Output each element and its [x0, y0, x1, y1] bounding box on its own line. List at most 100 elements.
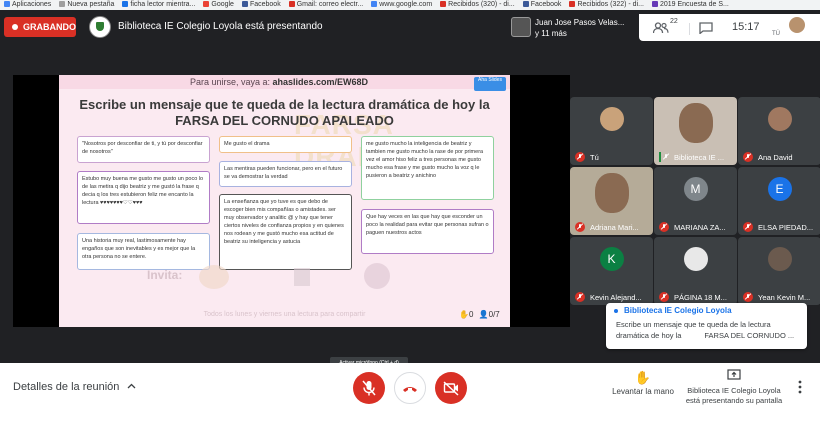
meeting-details-button[interactable]: Detalles de la reunión [13, 381, 136, 393]
participant-tile[interactable]: Yean Kevin M... [738, 237, 820, 305]
recording-badge: GRABANDO [4, 17, 76, 37]
meeting-status-panel: 22 15:17 TÚ [639, 14, 820, 41]
present-now-button[interactable]: Biblioteca IE Colegio Loyola está presen… [682, 368, 786, 406]
participant-avatar: E [767, 177, 792, 201]
response-card: Que hay veces en las que hay que esconde… [361, 209, 494, 254]
participant-avatar: M [683, 177, 708, 201]
chat-notification[interactable]: Biblioteca IE Colegio Loyola Escribe un … [606, 303, 807, 349]
participant-tile[interactable]: Adriana Mari... [570, 167, 653, 235]
participant-name: Tú [590, 153, 599, 162]
bookmark-favicon-icon [203, 1, 210, 7]
slide-title: Escribe un mensaje que te queda de la le… [79, 97, 490, 128]
bookmark-item[interactable]: Recibidos (320) - di... [436, 0, 515, 10]
notification-message: Escribe un mensaje que te queda de la le… [616, 320, 795, 340]
participant-name: Yean Kevin M... [758, 293, 811, 302]
hand-icon: ✋ [634, 370, 652, 385]
participant-name: Kevin Alejand... [590, 293, 642, 302]
participant-name: ELSA PIEDAD... [758, 223, 814, 232]
people-summary[interactable]: Juan Jose Pasos Velas... y 11 más [511, 17, 635, 41]
raise-hand-button[interactable]: ✋ Levantar la mano [606, 370, 680, 396]
chevron-up-icon [128, 383, 136, 389]
participant-tile[interactable]: K Kevin Alejand... [570, 237, 653, 305]
participant-name: Adriana Mari... [590, 223, 639, 232]
more-options-button[interactable] [797, 380, 803, 399]
video-feed [594, 173, 629, 213]
bookmark-item[interactable]: 2019 Encuesta de S... [648, 0, 729, 10]
bookmark-item[interactable]: Gmail: correo electr... [285, 0, 363, 10]
bookmark-favicon-icon [569, 1, 576, 7]
participant-tile[interactable]: M MARIANA ZA... [654, 167, 737, 235]
bookmarks-bar: Aplicaciones Nueva pestaña ficha lector mi… [0, 0, 820, 10]
bookmark-item[interactable]: Recibidos (322) - di... [565, 0, 644, 10]
bookmark-item[interactable]: Nueva pestaña [55, 0, 114, 10]
bookmark-item[interactable]: ficha lector mientra... [118, 0, 195, 10]
camera-off-icon [443, 381, 459, 396]
response-counters: ✋0 👤0/7 [459, 310, 500, 319]
participant-tile[interactable]: Ana David [738, 97, 820, 165]
muted-mic-icon [743, 292, 753, 302]
bookmark-item[interactable]: www.google.com [367, 0, 432, 10]
muted-mic-icon [575, 292, 585, 302]
camera-toggle-button[interactable] [435, 372, 467, 404]
bookmark-favicon-icon [241, 1, 248, 7]
response-card: Las mentiras pueden funcionar, pero en e… [219, 161, 352, 187]
bookmark-favicon-icon [4, 1, 10, 7]
people-name: Juan Jose Pasos Velas... [535, 18, 625, 27]
bookmark-favicon-icon [59, 1, 66, 7]
response-card: La enseñanza que yo tuve es que debo de … [219, 194, 352, 270]
bookmark-favicon-icon [288, 1, 295, 7]
response-card: Me gusto el drama [219, 136, 352, 153]
participant-name: Ana David [758, 153, 793, 162]
presenting-label: Biblioteca IE Colegio Loyola está presen… [118, 21, 323, 32]
participant-tile[interactable]: Biblioteca IE ... [654, 97, 737, 165]
hands-count: 0 [468, 310, 474, 319]
bookmark-favicon-icon [651, 1, 658, 7]
leave-call-button[interactable] [394, 372, 426, 404]
chat-button[interactable] [699, 21, 713, 39]
bookmark-favicon-icon [522, 1, 529, 7]
bookmark-item[interactable]: Facebook [519, 0, 561, 10]
school-crest-icon [199, 265, 229, 289]
self-avatar[interactable] [789, 17, 805, 33]
participants-button[interactable]: 22 [652, 18, 678, 39]
video-feed [678, 103, 713, 143]
hand-icon: ✋ [459, 310, 469, 319]
presentation-letterbox-right [510, 75, 570, 327]
participant-tile[interactable]: E ELSA PIEDAD... [738, 167, 820, 235]
participant-name: MARIANA ZA... [674, 223, 726, 232]
library-logo-icon [294, 268, 310, 286]
people-more: y 11 más [535, 29, 567, 38]
bookmark-favicon-icon [371, 1, 378, 7]
mic-toggle-button[interactable] [353, 372, 385, 404]
more-vert-icon [798, 380, 802, 394]
presentation-slide: Para unirse, vaya a: ahaslides.com/EW68D… [59, 75, 510, 327]
join-url[interactable]: ahaslides.com/EW68D [273, 77, 369, 87]
presentation-letterbox-left [13, 75, 59, 327]
globe-icon [364, 263, 390, 289]
participant-avatar [683, 247, 708, 271]
participant-tile[interactable]: Tú [570, 97, 653, 165]
muted-mic-icon [659, 152, 671, 162]
bookmark-item[interactable]: Facebook [238, 0, 281, 10]
muted-mic-icon [743, 222, 753, 232]
responders-total: /7 [493, 310, 500, 319]
muted-mic-icon [659, 292, 669, 302]
bookmark-item[interactable]: Google [199, 0, 234, 10]
bottom-controls-bar: Detalles de la reunión ✋ Levantar la man… [0, 363, 820, 421]
response-card: Estubo muy buena me gusto me gusto un po… [77, 171, 210, 224]
school-logo-icon [89, 16, 111, 38]
divider [689, 23, 690, 35]
participant-tile[interactable]: PÁGINA 18 M... [654, 237, 737, 305]
bookmark-item[interactable]: Aplicaciones [0, 0, 51, 10]
participant-avatar [767, 247, 792, 271]
bookmark-favicon-icon [122, 1, 129, 7]
hang-up-icon [403, 387, 417, 392]
ahaslides-logo: Aha Slides [474, 77, 506, 91]
participant-avatar: K [599, 247, 624, 271]
participant-name: PÁGINA 18 M... [674, 293, 727, 302]
join-instructions: Para unirse, vaya a: ahaslides.com/EW68D [189, 77, 369, 87]
self-label: TÚ [772, 31, 780, 37]
muted-mic-icon [743, 152, 753, 162]
response-card: Una historia muy real, lastimosamente ha… [77, 233, 210, 270]
unread-dot-icon [614, 309, 618, 313]
